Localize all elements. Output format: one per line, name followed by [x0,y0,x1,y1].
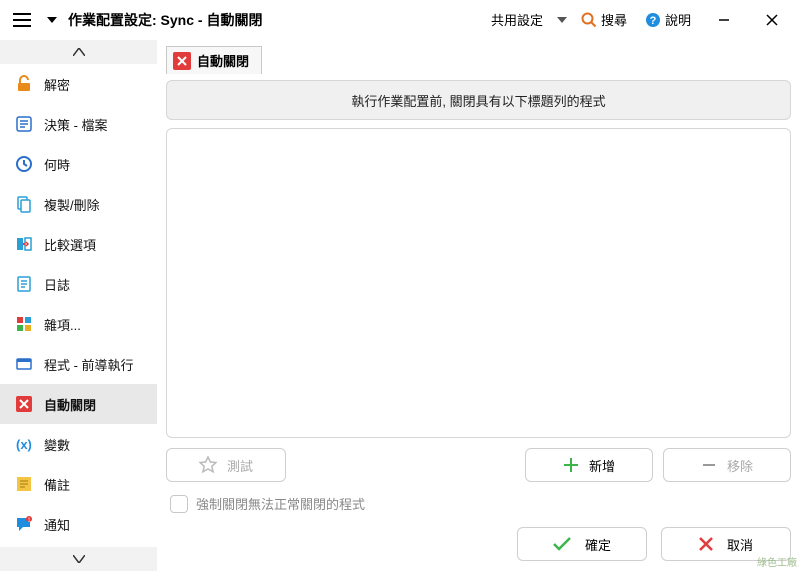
ok-label: 確定 [585,535,611,554]
sidebar-item-decrypt[interactable]: 解密 [0,64,157,104]
variables-icon: (x) [14,434,34,454]
window-title: 作業配置設定: Sync - 自動關閉 [68,10,262,30]
unlock-icon [14,74,34,94]
sidebar-item-label: 通知 [44,515,70,534]
svg-text:1: 1 [28,518,31,524]
sidebar-item-copy-delete[interactable]: 複製/刪除 [0,184,157,224]
decision-icon [14,114,34,134]
history-dropdown-button[interactable] [42,6,62,34]
sidebar-item-log[interactable]: 日誌 [0,264,157,304]
program-icon [14,354,34,374]
sidebar-item-auto-close[interactable]: 自動關閉 [0,384,157,424]
cancel-label: 取消 [727,535,753,554]
search-label: 搜尋 [601,10,627,29]
main-panel: 自動關閉 執行作業配置前, 關閉具有以下標題列的程式 測試 新增 移除 [158,40,801,571]
help-button[interactable]: ? 說明 [639,8,697,31]
share-settings-label: 共用設定 [491,10,543,29]
sidebar-item-label: 比較選項 [44,235,96,254]
sidebar-item-variables[interactable]: (x) 變數 [0,424,157,464]
plus-icon [563,457,579,473]
search-icon [581,12,597,28]
share-settings-button[interactable]: 共用設定 [485,8,549,31]
ok-button[interactable]: 確定 [517,527,647,561]
svg-text:?: ? [650,15,657,27]
info-banner: 執行作業配置前, 關閉具有以下標題列的程式 [166,80,791,120]
clock-icon [14,154,34,174]
search-button[interactable]: 搜尋 [575,8,633,31]
force-close-label: 強制關閉無法正常關閉的程式 [196,494,365,513]
compare-icon [14,234,34,254]
tab-auto-close[interactable]: 自動關閉 [166,46,262,74]
sidebar: 解密 決策 - 檔案 何時 複製/刪除 比較選項 日誌 [0,40,158,571]
sidebar-item-label: 變數 [44,435,70,454]
sidebar-scroll-up[interactable] [0,40,157,64]
sidebar-item-when[interactable]: 何時 [0,144,157,184]
test-label: 測試 [227,456,253,475]
close-icon [14,394,34,414]
notify-icon: 1 [14,514,34,534]
program-title-list[interactable] [166,128,791,438]
tab-label: 自動關閉 [197,51,249,70]
minus-icon [701,457,717,473]
close-window-button[interactable] [751,6,793,34]
close-icon [173,52,191,70]
test-button: 測試 [166,448,286,482]
sidebar-item-label: 程式 - 前導執行 [44,355,134,374]
copy-icon [14,194,34,214]
sidebar-item-notifications[interactable]: 1 通知 [0,504,157,544]
sidebar-item-label: 複製/刪除 [44,195,100,214]
add-label: 新增 [589,456,615,475]
misc-icon [14,314,34,334]
star-icon [199,456,217,474]
sidebar-item-label: 解密 [44,75,70,94]
minimize-button[interactable] [703,6,745,34]
sidebar-item-misc[interactable]: 雜項... [0,304,157,344]
sidebar-item-notes[interactable]: 備註 [0,464,157,504]
sidebar-item-label: 日誌 [44,275,70,294]
remove-button: 移除 [663,448,791,482]
note-icon [14,474,34,494]
sidebar-item-decision[interactable]: 決策 - 檔案 [0,104,157,144]
x-icon [699,537,713,551]
remove-label: 移除 [727,456,753,475]
help-label: 說明 [665,10,691,29]
share-dropdown-icon[interactable] [555,17,569,23]
add-button[interactable]: 新增 [525,448,653,482]
hamburger-menu-button[interactable] [8,6,36,34]
check-icon [553,537,571,551]
sidebar-item-label: 何時 [44,155,70,174]
sidebar-item-label: 雜項... [44,315,81,334]
sidebar-item-compare[interactable]: 比較選項 [0,224,157,264]
help-icon: ? [645,12,661,28]
force-close-checkbox-row[interactable]: 強制關閉無法正常關閉的程式 [166,494,791,513]
force-close-checkbox[interactable] [170,495,188,513]
svg-text:(x): (x) [16,437,32,452]
sidebar-item-program-before[interactable]: 程式 - 前導執行 [0,344,157,384]
sidebar-item-label: 決策 - 檔案 [44,115,108,134]
sidebar-scroll-down[interactable] [0,547,157,571]
watermark: 綠色工廠 [757,554,797,569]
sidebar-item-label: 備註 [44,475,70,494]
sidebar-item-label: 自動關閉 [44,395,96,414]
log-icon [14,274,34,294]
info-text: 執行作業配置前, 關閉具有以下標題列的程式 [351,91,605,110]
